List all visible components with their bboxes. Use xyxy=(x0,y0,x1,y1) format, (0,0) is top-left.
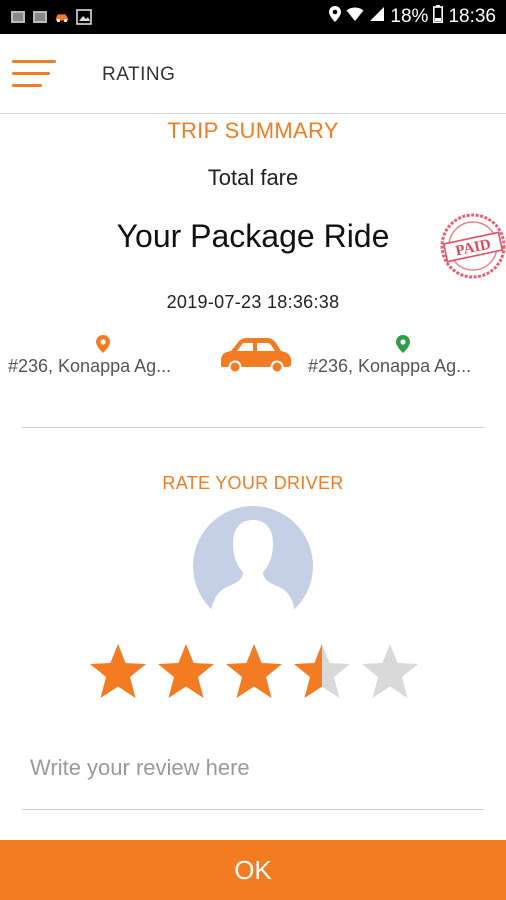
driver-rating-stars[interactable] xyxy=(88,642,418,706)
hamburger-menu-icon[interactable] xyxy=(12,56,58,92)
star-1[interactable] xyxy=(88,642,148,702)
paid-stamp: PAID xyxy=(440,213,506,279)
trip-date: 2019-07-23 18:36:38 xyxy=(166,292,340,312)
ok-button[interactable]: OK xyxy=(0,840,506,900)
pickup-pin-icon xyxy=(96,335,110,353)
pickup-address: #236, Konappa Ag... xyxy=(8,356,172,376)
driver-avatar xyxy=(193,506,313,612)
car-icon xyxy=(221,338,291,374)
signal-icon xyxy=(369,6,385,28)
app-bar: RATING xyxy=(0,34,506,114)
wifi-icon xyxy=(346,6,364,28)
page-title: RATING xyxy=(102,64,176,85)
total-fare-label: Total fare xyxy=(207,165,299,190)
photo-icon xyxy=(10,9,26,25)
battery-percent: 18% xyxy=(390,6,429,27)
location-icon xyxy=(329,6,342,28)
status-bar: 18% 18:36 xyxy=(0,0,506,34)
status-indicators: 18% 18:36 xyxy=(329,0,496,34)
review-input[interactable] xyxy=(22,740,484,810)
battery-icon xyxy=(433,5,444,29)
photo-icon xyxy=(32,9,48,25)
trip-summary-heading: TRIP SUMMARY xyxy=(167,118,339,143)
rate-driver-heading: RATE YOUR DRIVER xyxy=(162,473,344,493)
clock: 18:36 xyxy=(448,6,496,27)
notification-icons xyxy=(10,9,92,25)
drop-address: #236, Konappa Ag... xyxy=(308,356,472,376)
gallery-icon xyxy=(76,9,92,25)
star-2[interactable] xyxy=(156,642,216,702)
star-4-half[interactable] xyxy=(292,642,352,702)
drop-pin-icon xyxy=(396,335,410,353)
star-3[interactable] xyxy=(224,642,284,702)
section-divider xyxy=(22,427,484,428)
star-5[interactable] xyxy=(360,642,420,702)
ride-title: Your Package Ride xyxy=(116,218,390,254)
car-notification-icon xyxy=(54,9,70,25)
